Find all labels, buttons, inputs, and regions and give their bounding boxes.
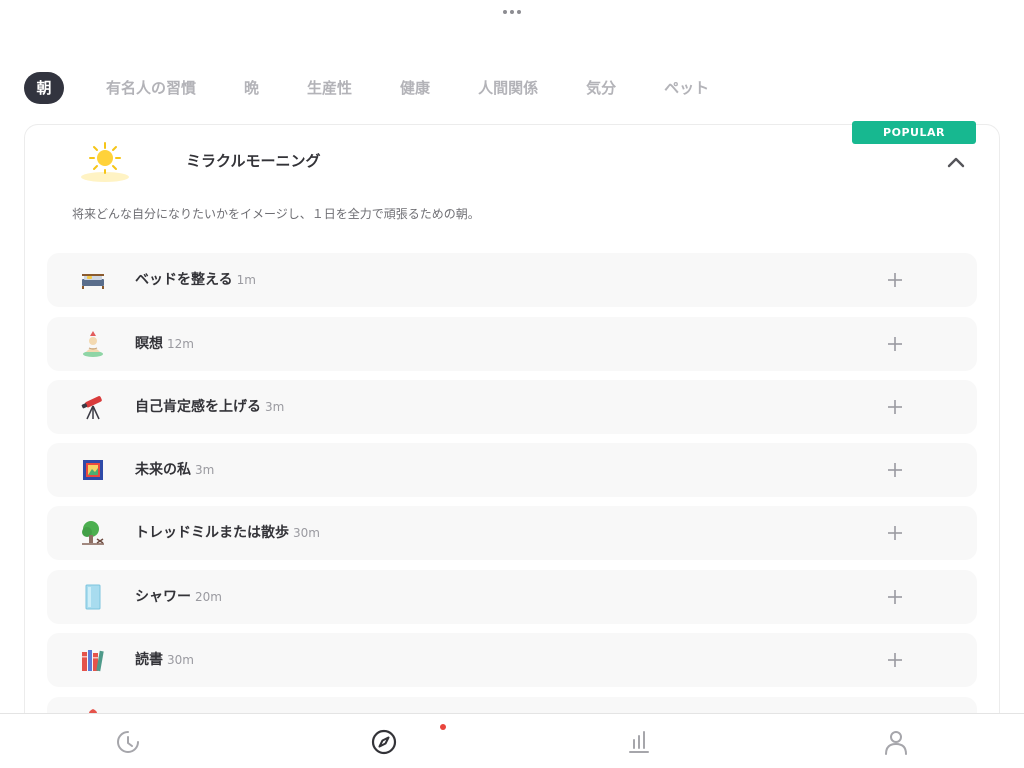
add-icon[interactable] (885, 334, 905, 354)
tab-relationships[interactable]: 人間関係 (454, 72, 562, 104)
add-icon[interactable] (885, 587, 905, 607)
notification-dot (440, 724, 446, 730)
tab-health[interactable]: 健康 (376, 72, 454, 104)
routine-title: ミラクルモーニング (186, 152, 321, 170)
add-icon[interactable] (885, 397, 905, 417)
habit-duration: 3m (195, 463, 215, 477)
habit-row-self-esteem[interactable]: 自己肯定感を上げる 3m (47, 380, 977, 434)
habit-row-make-bed[interactable]: ベッドを整える 1m (47, 253, 977, 307)
multitasking-dots-icon[interactable] (0, 4, 1024, 20)
habit-name: ベッドを整える 1m (135, 272, 256, 288)
shower-icon (85, 584, 101, 610)
app-screen: 朝 有名人の習慣 晩 生産性 健康 人間関係 気分 ペット POPULAR ミラ… (0, 0, 1024, 768)
habit-row-shower[interactable]: シャワー 20m (47, 570, 977, 624)
habit-name: シャワー 20m (135, 589, 222, 605)
habit-duration: 3m (265, 400, 285, 414)
tab-pets[interactable]: ペット (640, 72, 733, 104)
add-icon[interactable] (885, 460, 905, 480)
add-icon[interactable] (885, 270, 905, 290)
habit-duration: 1m (236, 273, 256, 287)
telescope-icon (81, 396, 102, 420)
picture-frame-icon (83, 460, 103, 480)
habit-duration: 12m (167, 337, 194, 351)
profile-icon[interactable] (882, 728, 910, 756)
habit-name: トレッドミルまたは散歩 30m (135, 525, 320, 541)
tree-icon (82, 521, 104, 545)
tab-morning[interactable]: 朝 (24, 72, 64, 104)
tab-productivity[interactable]: 生産性 (283, 72, 376, 104)
habit-row-future-me[interactable]: 未来の私 3m (47, 443, 977, 497)
add-icon[interactable] (885, 523, 905, 543)
add-icon[interactable] (885, 650, 905, 670)
bottom-nav-bar (0, 713, 1024, 768)
habit-row-treadmill-walk[interactable]: トレッドミルまたは散歩 30m (47, 506, 977, 560)
habit-name: 自己肯定感を上げる 3m (135, 399, 285, 415)
habit-duration: 30m (167, 653, 194, 667)
tab-famous-habits[interactable]: 有名人の習慣 (82, 72, 220, 104)
books-icon (82, 650, 104, 672)
habit-row-meditation[interactable]: 瞑想 12m (47, 317, 977, 371)
habit-duration: 30m (293, 526, 320, 540)
tab-evening[interactable]: 晩 (220, 72, 283, 104)
routine-description: 将来どんな自分になりたいかをイメージし、１日を全力で頑張るための朝。 (72, 207, 480, 221)
stats-icon[interactable] (625, 728, 653, 756)
chevron-up-icon[interactable] (944, 152, 968, 172)
habit-row-reading[interactable]: 読書 30m (47, 633, 977, 687)
habit-name: 読書 30m (135, 652, 194, 668)
meditation-icon (83, 331, 103, 357)
tab-mood[interactable]: 気分 (562, 72, 640, 104)
habit-name: 瞑想 12m (135, 336, 194, 352)
category-tabs: 朝 有名人の習慣 晩 生産性 健康 人間関係 気分 ペット (24, 72, 733, 104)
sun-icon (81, 142, 129, 182)
compass-icon[interactable] (370, 728, 398, 756)
history-icon[interactable] (114, 728, 142, 756)
popular-badge: POPULAR (852, 121, 976, 144)
bed-icon (82, 274, 104, 289)
habit-duration: 20m (195, 590, 222, 604)
habit-name: 未来の私 3m (135, 462, 215, 478)
